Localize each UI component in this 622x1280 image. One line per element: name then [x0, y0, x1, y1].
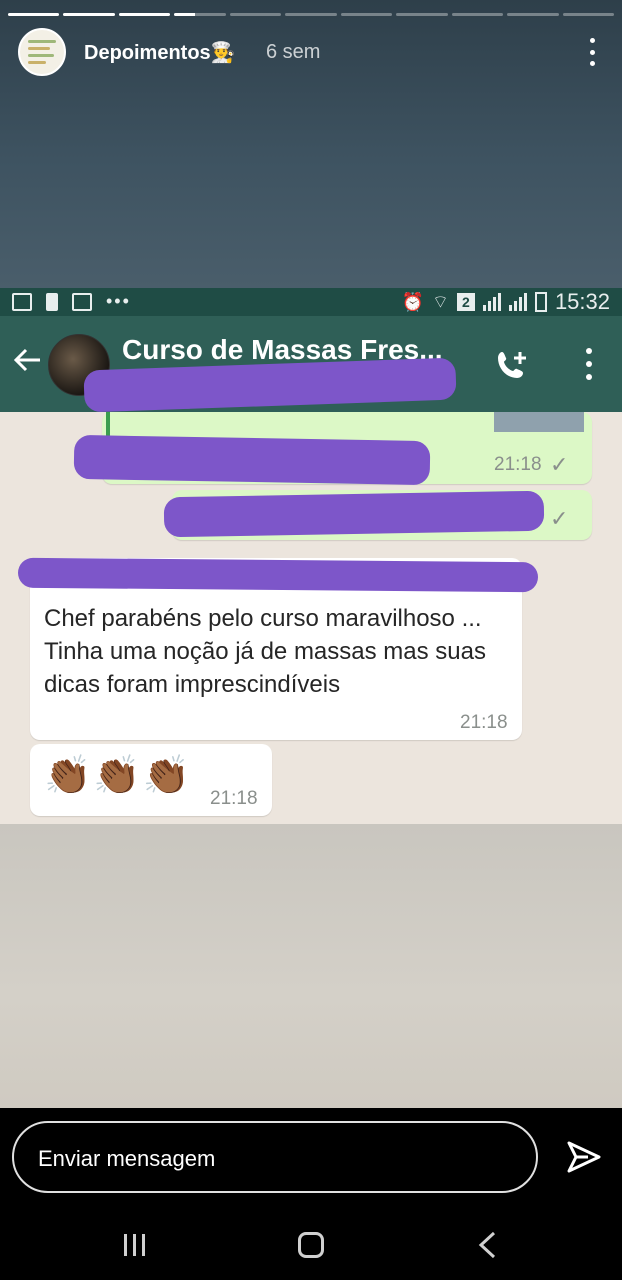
chat-screenshot: ••• ⏰ ⌔ 2 15:32 Curso de Massas Fres... …	[0, 288, 622, 824]
progress-segment	[8, 13, 60, 16]
more-dots-icon: •••	[106, 291, 131, 311]
reply-placeholder: Enviar mensagem	[38, 1146, 216, 1171]
system-nav-bar	[0, 1208, 622, 1280]
progress-segment	[63, 13, 115, 16]
more-vertical-icon[interactable]	[586, 348, 592, 380]
more-vertical-icon[interactable]	[588, 38, 596, 66]
progress-segment	[174, 13, 226, 16]
story-username[interactable]: Depoimentos👨‍🍳	[84, 40, 236, 65]
redaction-scribble	[73, 434, 431, 486]
alert-icon	[46, 292, 58, 311]
signal-icon	[508, 293, 527, 311]
progress-segment	[451, 13, 504, 16]
progress-segment	[285, 13, 337, 16]
signal-icon	[482, 293, 501, 311]
arrow-left-icon[interactable]	[12, 344, 44, 376]
progress-segment	[507, 13, 559, 16]
battery-icon	[534, 292, 547, 312]
sent-check-icon: ✓	[550, 506, 569, 531]
progress-segment	[118, 13, 171, 16]
quoted-thumbnail	[494, 412, 584, 432]
message-time: 21:18	[210, 788, 258, 809]
message-time: 21:18	[494, 454, 542, 475]
message-text: Chef parabéns pelo curso maravilhoso ...…	[44, 605, 486, 698]
status-time: 15:32	[554, 289, 610, 314]
home-icon[interactable]	[298, 1232, 324, 1258]
redaction-scribble	[17, 557, 539, 593]
story-avatar[interactable]	[18, 28, 66, 76]
progress-segment	[229, 13, 282, 16]
story-header: Depoimentos👨‍🍳 6 sem	[0, 0, 622, 290]
story-progress-bar	[8, 13, 614, 16]
quote-bar	[106, 412, 110, 436]
story-background	[0, 824, 622, 1108]
reply-input[interactable]: Enviar mensagem	[12, 1121, 538, 1193]
send-icon[interactable]	[566, 1139, 602, 1175]
message-time: 21:18	[460, 712, 508, 733]
wifi-icon: ⌔	[432, 291, 449, 312]
status-bar: ••• ⏰ ⌔ 2 15:32	[0, 288, 622, 316]
sent-check-icon: ✓	[550, 452, 569, 477]
back-icon[interactable]	[476, 1230, 498, 1260]
progress-segment	[562, 13, 614, 16]
add-call-icon[interactable]	[494, 348, 530, 384]
recent-apps-icon[interactable]	[124, 1234, 145, 1256]
image-icon	[12, 292, 32, 311]
progress-segment	[396, 13, 448, 16]
story-time-ago: 6 sem	[266, 41, 321, 63]
progress-segment	[340, 13, 393, 16]
redaction-scribble	[163, 490, 545, 538]
alarm-icon: ⏰	[401, 291, 425, 312]
mail-icon	[72, 292, 92, 311]
notification-count: 2	[456, 293, 475, 311]
clap-emoji: 👏🏾👏🏾👏🏾	[44, 755, 192, 797]
